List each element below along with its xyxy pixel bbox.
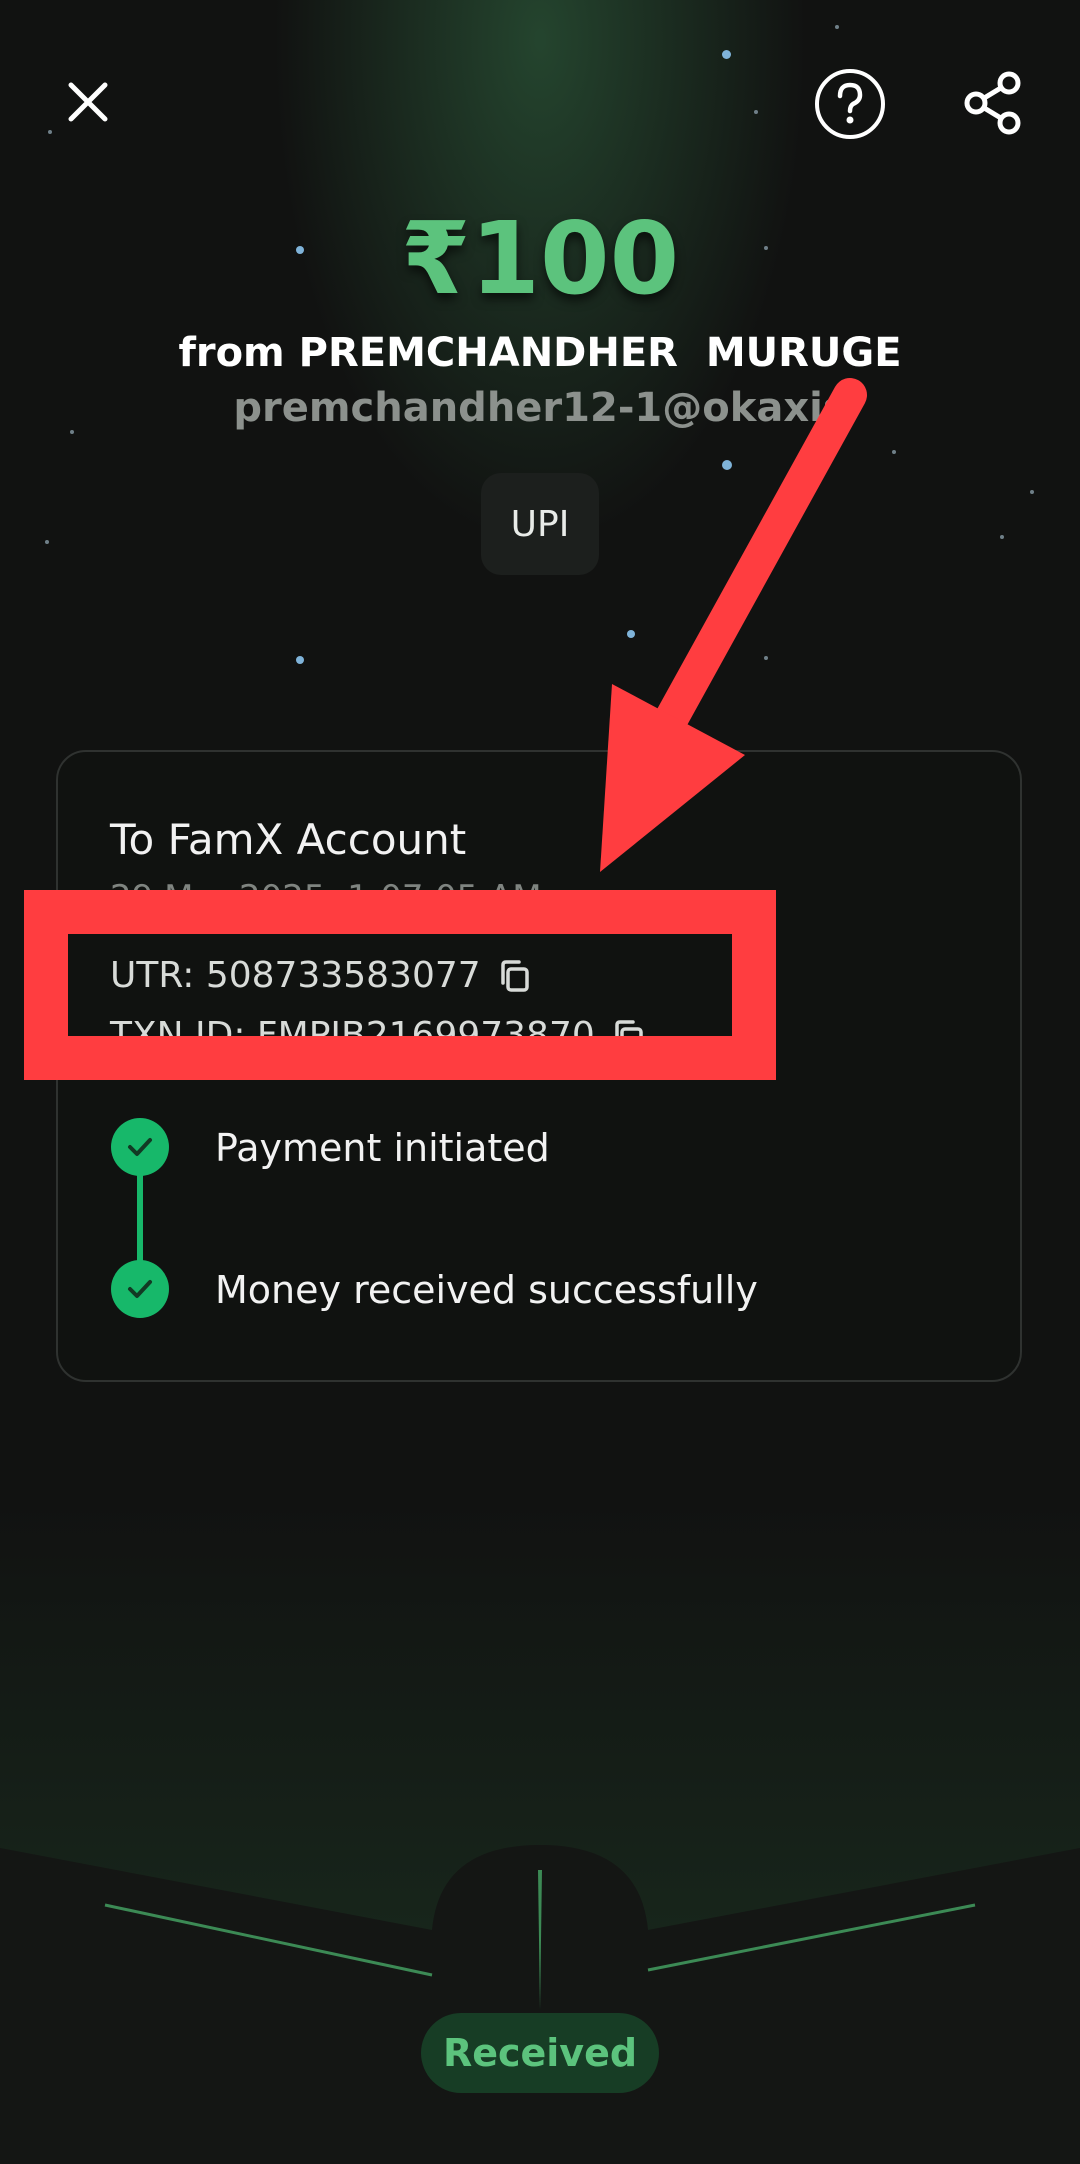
annotation-overlay [24,378,867,1080]
annotation-arrow-shaft [648,378,867,747]
annotation-highlight-box [24,890,776,1080]
